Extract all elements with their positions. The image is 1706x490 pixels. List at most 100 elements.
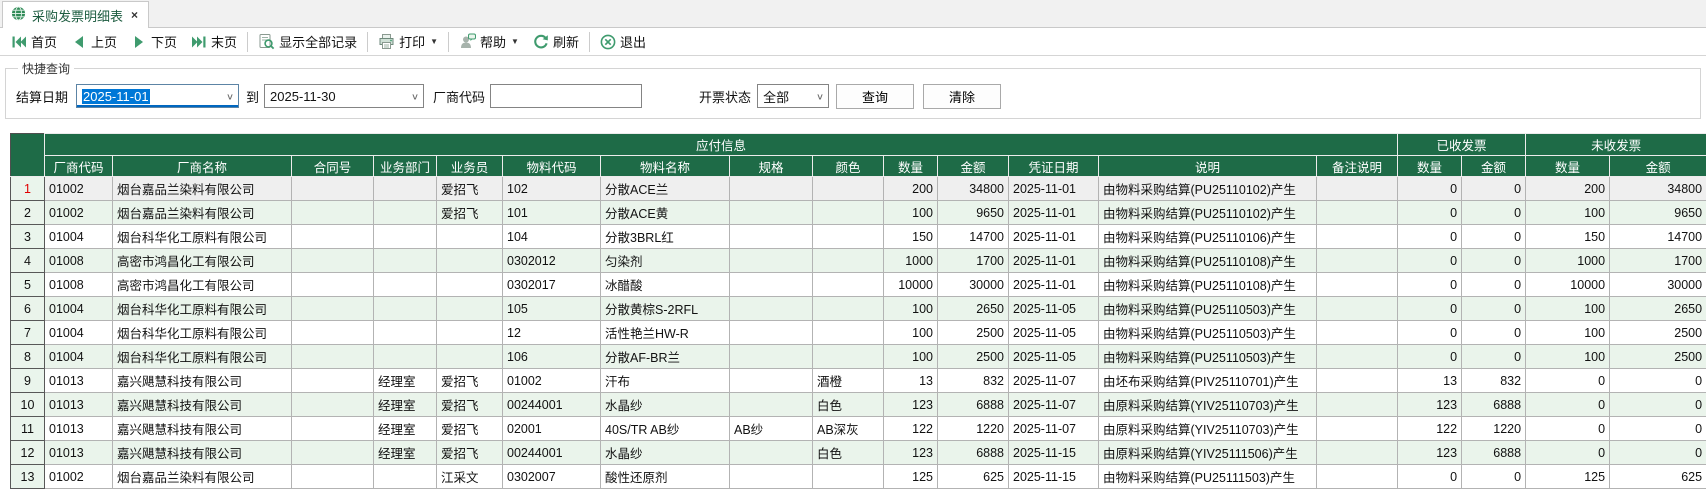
grid-cell[interactable]: 0 — [1397, 176, 1463, 201]
grid-cell[interactable]: 101 — [502, 200, 601, 225]
grid-cell[interactable]: 酸性还原剂 — [600, 464, 730, 489]
grid-cell[interactable]: 由物料采购结算(PU25110102)产生 — [1098, 176, 1317, 201]
grid-cell[interactable]: 0 — [1461, 344, 1527, 369]
grid-cell[interactable] — [812, 296, 884, 321]
grid-cell[interactable]: 水晶纱 — [600, 440, 730, 465]
grid-cell[interactable]: 00244001 — [502, 440, 601, 465]
grid-cell[interactable]: 白色 — [812, 440, 884, 465]
grid-cell[interactable] — [729, 320, 813, 345]
grid-cell[interactable]: 01004 — [44, 344, 113, 369]
grid-cell[interactable]: 爱招飞 — [436, 200, 503, 225]
grid-cell[interactable] — [1315, 464, 1399, 489]
table-row[interactable]: 10 01013 嘉兴飓慧科技有限公司 经理室 爱招飞 00244001 水晶纱 白色 123 6… — [10, 392, 1706, 417]
grid-cell[interactable]: 分散3BRL红 — [600, 224, 730, 249]
print-dropdown-caret-icon[interactable]: ▼ — [430, 37, 438, 46]
grid-cell[interactable]: 30000 — [937, 272, 1009, 297]
grid-cell[interactable] — [373, 344, 437, 369]
grid-cell[interactable]: 2025-11-05 — [1008, 344, 1099, 369]
chevron-down-icon[interactable]: ∨ — [816, 91, 824, 102]
grid-cell[interactable] — [729, 296, 813, 321]
grid-cell[interactable]: 由物料采购结算(PU25110503)产生 — [1098, 344, 1317, 369]
grid-cell[interactable]: 00244001 — [502, 392, 601, 417]
table-row[interactable]: 8 01004 烟台科华化工原料有限公司 106 分散AF-BR兰 100 2500 2025… — [10, 344, 1706, 369]
grid-cell[interactable]: 烟台嘉品兰染料有限公司 — [112, 200, 292, 225]
grid-cell[interactable]: 由原料采购结算(YIV25110703)产生 — [1098, 392, 1317, 417]
row-number-cell[interactable]: 4 — [10, 248, 45, 273]
grid-cell[interactable] — [373, 272, 437, 297]
grid-cell[interactable]: AB深灰 — [812, 416, 884, 441]
grid-cell[interactable] — [291, 200, 374, 225]
grid-cell[interactable]: 01008 — [44, 248, 113, 273]
grid-cell[interactable]: 150 — [883, 224, 938, 249]
grid-cell[interactable]: 1700 — [937, 248, 1009, 273]
clear-button[interactable]: 清除 — [923, 83, 1002, 109]
grid-cell[interactable]: 0 — [1397, 272, 1463, 297]
grid-cell[interactable] — [291, 344, 374, 369]
grid-cell[interactable]: 0 — [1525, 440, 1611, 465]
row-number-cell[interactable]: 13 — [10, 464, 45, 489]
date-from-combobox[interactable]: 2025-11-01 ∨ — [76, 84, 240, 108]
grid-cell[interactable]: 分散ACE黄 — [600, 200, 730, 225]
grid-cell[interactable]: 13 — [1397, 368, 1463, 393]
grid-cell[interactable]: 832 — [937, 368, 1009, 393]
tab-close-icon[interactable]: × — [131, 8, 138, 22]
grid-cell[interactable]: 122 — [883, 416, 938, 441]
grid-cell[interactable]: 0 — [1461, 248, 1527, 273]
grid-cell[interactable]: 0 — [1397, 464, 1463, 489]
grid-cell[interactable]: 12 — [502, 320, 601, 345]
table-row[interactable]: 4 01008 高密市鸿昌化工有限公司 0302012 匀染剂 1000 1700 2025-… — [10, 248, 1706, 273]
grid-cell[interactable] — [436, 296, 503, 321]
vendor-code-input[interactable] — [490, 84, 643, 108]
grid-cell[interactable] — [436, 272, 503, 297]
grid-cell[interactable]: 01008 — [44, 272, 113, 297]
grid-cell[interactable]: 分散ACE兰 — [600, 176, 730, 201]
grid-cell[interactable]: 100 — [1525, 296, 1611, 321]
grid-cell[interactable]: 0 — [1609, 392, 1706, 417]
chevron-down-icon[interactable]: ∨ — [226, 91, 234, 102]
grid-cell[interactable]: 0 — [1397, 320, 1463, 345]
grid-cell[interactable]: 1000 — [1525, 248, 1611, 273]
grid-cell[interactable] — [436, 320, 503, 345]
grid-cell[interactable] — [812, 344, 884, 369]
grid-cell[interactable]: 2025-11-15 — [1008, 440, 1099, 465]
grid-cell[interactable] — [291, 296, 374, 321]
grid-cell[interactable] — [436, 248, 503, 273]
grid-cell[interactable] — [812, 464, 884, 489]
grid-cell[interactable]: 01013 — [44, 368, 113, 393]
grid-cell[interactable]: 100 — [883, 320, 938, 345]
grid-cell[interactable] — [1315, 392, 1399, 417]
grid-cell[interactable]: 01004 — [44, 224, 113, 249]
grid-cell[interactable] — [729, 176, 813, 201]
row-number-cell[interactable]: 6 — [10, 296, 45, 321]
grid-cell[interactable]: 1700 — [1609, 248, 1706, 273]
grid-cell[interactable] — [729, 224, 813, 249]
grid-cell[interactable]: 01002 — [44, 176, 113, 201]
grid-cell[interactable]: 10000 — [1525, 272, 1611, 297]
grid-cell[interactable]: 2500 — [937, 344, 1009, 369]
help-button[interactable]: 帮助 ▼ — [452, 30, 526, 54]
row-number-cell[interactable]: 1 — [10, 176, 45, 201]
grid-cell[interactable]: 爱招飞 — [436, 176, 503, 201]
grid-cell[interactable]: 34800 — [937, 176, 1009, 201]
help-dropdown-caret-icon[interactable]: ▼ — [511, 37, 519, 46]
grid-cell[interactable]: 经理室 — [373, 416, 437, 441]
grid-cell[interactable] — [729, 200, 813, 225]
grid-cell[interactable] — [1315, 320, 1399, 345]
grid-cell[interactable]: 经理室 — [373, 392, 437, 417]
grid-cell[interactable]: 0 — [1397, 248, 1463, 273]
grid-cell[interactable]: 30000 — [1609, 272, 1706, 297]
grid-cell[interactable]: 由坯布采购结算(PIV25110701)产生 — [1098, 368, 1317, 393]
grid-cell[interactable] — [812, 320, 884, 345]
grid-cell[interactable]: 9650 — [1609, 200, 1706, 225]
grid-cell[interactable]: 100 — [1525, 320, 1611, 345]
grid-cell[interactable]: 0 — [1609, 368, 1706, 393]
grid-cell[interactable]: 0 — [1525, 368, 1611, 393]
grid-cell[interactable]: 100 — [1525, 344, 1611, 369]
grid-cell[interactable]: 1220 — [1461, 416, 1527, 441]
grid-cell[interactable]: 100 — [883, 344, 938, 369]
grid-cell[interactable]: 2500 — [1609, 344, 1706, 369]
table-row[interactable]: 13 01002 烟台嘉品兰染料有限公司 江采文 0302007 酸性还原剂 125 625 2… — [10, 464, 1706, 489]
refresh-button[interactable]: 刷新 — [526, 30, 586, 54]
grid-cell[interactable]: 2500 — [937, 320, 1009, 345]
grid-cell[interactable]: 0 — [1461, 224, 1527, 249]
